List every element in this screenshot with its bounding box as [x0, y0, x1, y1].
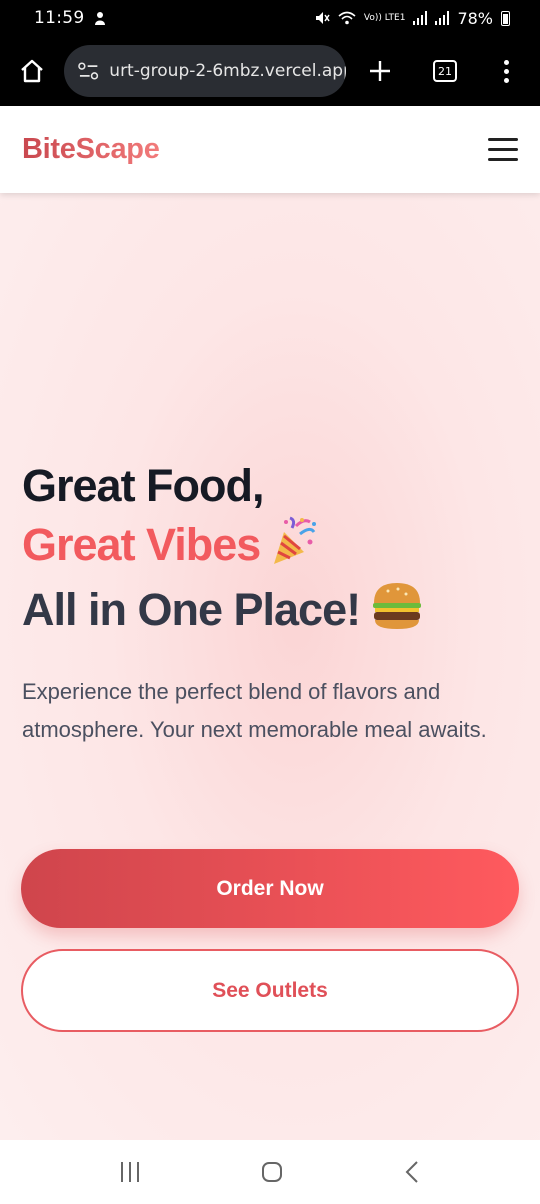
tab-switcher-button[interactable]: 21: [414, 36, 476, 106]
home-icon: [21, 59, 43, 83]
headline-line-3: All in One Place!: [22, 580, 424, 645]
battery-icon: [501, 10, 510, 26]
system-nav-bar: [0, 1140, 540, 1204]
menu-icon: [488, 138, 518, 141]
status-time: 11:59: [34, 8, 85, 28]
plus-icon: [370, 61, 390, 81]
hero-headline: Great Food, Great Vibes All in One Place…: [22, 456, 424, 645]
burger-icon: [370, 581, 424, 645]
hero-subtext: Experience the perfect blend of flavors …: [22, 679, 487, 742]
more-icon: [503, 59, 509, 65]
order-now-button[interactable]: Order Now: [21, 849, 519, 928]
hero-section: Great Food, Great Vibes All in One Place…: [0, 193, 540, 1140]
party-popper-icon: [270, 516, 318, 580]
signal-icon: [413, 11, 428, 25]
tab-count: 21: [438, 64, 452, 78]
home-button[interactable]: [0, 36, 64, 106]
new-tab-button[interactable]: [346, 36, 414, 106]
url-text: urt-group-2-6mbz.vercel.app: [109, 61, 346, 81]
browser-toolbar: urt-group-2-6mbz.vercel.app 21: [0, 36, 540, 106]
address-bar[interactable]: urt-group-2-6mbz.vercel.app: [64, 45, 346, 97]
recent-apps-button[interactable]: [121, 1162, 140, 1182]
headline-line-1: Great Food,: [22, 460, 265, 511]
headline-line-2: Great Vibes: [22, 515, 424, 580]
notification-icon: [94, 12, 105, 25]
see-outlets-button[interactable]: See Outlets: [21, 949, 519, 1032]
site-header: BiteScape: [0, 106, 540, 193]
status-bar: 11:59 Vo)) LTE1 78%: [0, 0, 540, 36]
site-settings-icon[interactable]: [78, 62, 99, 80]
wifi-icon: [338, 11, 356, 25]
tabs-icon: 21: [433, 60, 457, 82]
mute-icon: [315, 12, 330, 24]
lte-indicator: Vo)) LTE1: [363, 12, 406, 23]
menu-button[interactable]: [488, 138, 518, 161]
brand-logo[interactable]: BiteScape: [22, 133, 160, 166]
system-home-button[interactable]: [261, 1162, 282, 1182]
battery-percent: 78%: [457, 8, 493, 28]
signal-icon-2: [435, 11, 450, 25]
back-icon[interactable]: [405, 1160, 419, 1184]
more-options-button[interactable]: [476, 36, 536, 106]
